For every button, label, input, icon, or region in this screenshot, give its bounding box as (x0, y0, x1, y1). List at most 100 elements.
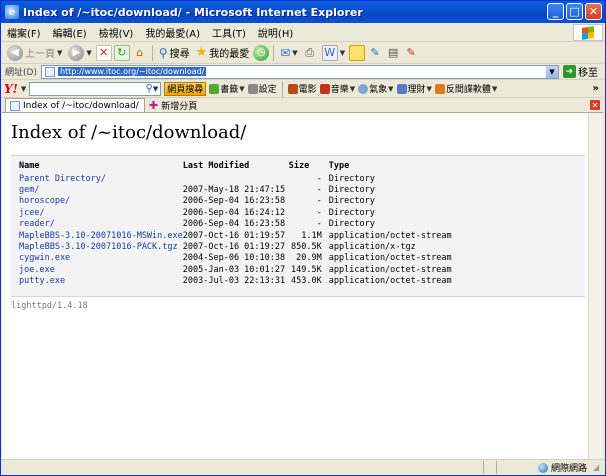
entry-size: - (316, 219, 322, 230)
column-header-modified[interactable]: Last Modified (183, 159, 289, 173)
print-icon[interactable]: ⎙ (302, 45, 318, 61)
yahoo-logo[interactable]: Y! (4, 82, 18, 96)
toolbar-overflow-button[interactable]: » (593, 83, 599, 94)
back-button[interactable]: ◀ 上一頁 ▼ (5, 43, 64, 63)
directory-listing: Name Last Modified Size Type Parent Dire… (11, 155, 585, 297)
entry-link[interactable]: joe.exe (19, 265, 55, 275)
antispy-dropdown-icon[interactable]: ▼ (492, 85, 497, 93)
column-header-name[interactable]: Name (19, 159, 183, 173)
new-tab-icon: ✚ (149, 98, 159, 112)
bookmark-icon (209, 83, 220, 94)
windows-logo-icon (573, 24, 603, 41)
title-bar[interactable]: e Index of /~itoc/download/ - Microsoft … (1, 1, 605, 23)
address-url[interactable]: http://www.itoc.org/~itoc/download/ (57, 67, 207, 76)
maximize-button[interactable]: □ (566, 3, 583, 20)
address-input[interactable]: http://www.itoc.org/~itoc/download/ ▼ (40, 64, 559, 79)
tab-index[interactable]: Index of /~itoc/download/ (5, 98, 145, 112)
refresh-icon[interactable]: ↻ (113, 44, 130, 61)
antispy-label: 反間諜軟體 (445, 85, 491, 95)
finance-label: 理財 (407, 85, 426, 95)
close-tab-icon[interactable]: ✕ (590, 100, 600, 110)
back-dropdown-icon[interactable]: ▼ (57, 49, 62, 57)
toolbar-extra-icon[interactable]: ▤ (385, 45, 401, 61)
yahoo-antispy-button[interactable]: 反間諜軟體 ▼ (434, 82, 497, 95)
entry-link[interactable]: cygwin.exe (19, 253, 70, 263)
entry-modified: 2006-Sep-04 16:24:12 (182, 207, 286, 218)
search-label: 搜尋 (169, 49, 190, 60)
menu-edit[interactable]: 編輯(E) (47, 25, 93, 40)
status-pane (483, 461, 484, 474)
yahoo-finance-button[interactable]: 理財 ▼ (396, 82, 432, 95)
menu-favorites[interactable]: 我的最愛(A) (139, 25, 206, 40)
table-row: gem/ 2007-May-18 21:47:15 - Directory (19, 184, 452, 195)
page-icon (10, 100, 20, 111)
edit-button[interactable]: W ▼ (320, 43, 347, 63)
menu-tools[interactable]: 工具(T) (206, 25, 252, 40)
address-dropdown-icon[interactable]: ▼ (545, 65, 558, 78)
entry-link[interactable]: MapleBBS-3.10-20071016-MSWin.exe (19, 231, 183, 241)
favorites-label: 我的最愛 (209, 49, 250, 60)
music-dropdown-icon[interactable]: ▼ (350, 85, 355, 93)
column-header-type[interactable]: Type (322, 159, 452, 173)
home-icon[interactable]: ⌂ (132, 45, 148, 61)
yahoo-movies-button[interactable]: 電影 (287, 82, 317, 95)
movie-icon (287, 83, 298, 94)
bookmarks-dropdown-icon[interactable]: ▼ (239, 85, 244, 93)
favorites-button[interactable]: ★ 我的最愛 (194, 43, 252, 63)
entry-link[interactable]: horoscope/ (19, 196, 70, 206)
entry-link[interactable]: reader/ (19, 219, 55, 229)
table-row: horoscope/ 2006-Sep-04 16:23:58 - Direct… (19, 196, 452, 207)
yahoo-search-input[interactable]: ⚲ ▼ (29, 81, 162, 96)
edit-dropdown-icon[interactable]: ▼ (340, 49, 345, 57)
entry-link[interactable]: Parent Directory/ (19, 174, 106, 184)
search-dropdown-icon[interactable]: ▼ (153, 85, 158, 93)
entry-type: application/x-tgz (328, 242, 416, 253)
yahoo-bookmarks-button[interactable]: 書籤 ▼ (209, 82, 245, 95)
search-button[interactable]: ⚲ 搜尋 (157, 43, 192, 63)
yahoo-settings-button[interactable]: 設定 (247, 82, 277, 95)
browser-window: e Index of /~itoc/download/ - Microsoft … (0, 0, 606, 476)
window-title: Index of /~itoc/download/ - Microsoft In… (23, 5, 363, 19)
yahoo-weather-button[interactable]: 氣象 ▼ (358, 82, 394, 95)
weather-dropdown-icon[interactable]: ▼ (388, 85, 393, 93)
finance-dropdown-icon[interactable]: ▼ (427, 85, 432, 93)
vertical-scrollbar[interactable] (588, 113, 603, 459)
forward-button[interactable]: ▶ ▼ (66, 43, 93, 63)
column-header-size[interactable]: Size (289, 159, 322, 173)
menu-file[interactable]: 檔案(F) (1, 25, 47, 40)
entry-size: 20.9M (296, 253, 322, 264)
yahoo-menu-dropdown-icon[interactable]: ▼ (21, 85, 26, 93)
messenger-icon[interactable] (349, 44, 366, 61)
menu-bar: 檔案(F) 編輯(E) 檢視(V) 我的最愛(A) 工具(T) 說明(H) (1, 23, 605, 42)
translate-icon[interactable]: ✎ (403, 45, 419, 61)
menu-view[interactable]: 檢視(V) (93, 25, 140, 40)
new-tab-button[interactable]: ✚ 新增分頁 (145, 98, 197, 112)
entry-type: application/octet-stream (328, 264, 452, 275)
entry-link[interactable]: putty.exe (19, 276, 65, 286)
entry-type: Directory (328, 207, 375, 218)
entry-link[interactable]: gem/ (19, 185, 39, 195)
table-header-row: Name Last Modified Size Type (19, 159, 452, 173)
web-search-button[interactable]: 網頁搜尋 (164, 81, 207, 96)
mail-button[interactable]: ✉ ▼ (278, 43, 299, 63)
table-row: cygwin.exe 2004-Sep-06 10:10:38 20.9M ap… (19, 253, 452, 264)
entry-type: Directory (328, 185, 375, 196)
table-row: MapleBBS-3.10-20071016-PACK.tgz 2007-Oct… (19, 241, 452, 252)
stop-icon[interactable]: ✕ (95, 44, 112, 61)
history-icon[interactable]: ◷ (253, 44, 270, 61)
resize-grip-icon[interactable]: ◢ (593, 463, 603, 473)
research-icon[interactable]: ✎ (367, 45, 383, 61)
forward-dropdown-icon[interactable]: ▼ (86, 49, 91, 57)
entry-link[interactable]: MapleBBS-3.10-20071016-PACK.tgz (19, 242, 178, 252)
minimize-button[interactable]: _ (547, 3, 564, 20)
go-button[interactable]: ➜ 移至 (562, 64, 598, 79)
entry-link[interactable]: jcee/ (19, 208, 45, 218)
entry-modified: 2004-Sep-06 10:10:38 (182, 253, 286, 264)
menu-help[interactable]: 說明(H) (252, 25, 299, 40)
yahoo-music-button[interactable]: 音樂 ▼ (319, 82, 355, 95)
back-arrow-icon: ◀ (7, 44, 23, 61)
entry-type: application/octet-stream (328, 253, 452, 264)
close-button[interactable]: ✕ (585, 3, 602, 20)
mail-dropdown-icon[interactable]: ▼ (292, 49, 297, 57)
zone-label: 網際網路 (550, 464, 587, 474)
